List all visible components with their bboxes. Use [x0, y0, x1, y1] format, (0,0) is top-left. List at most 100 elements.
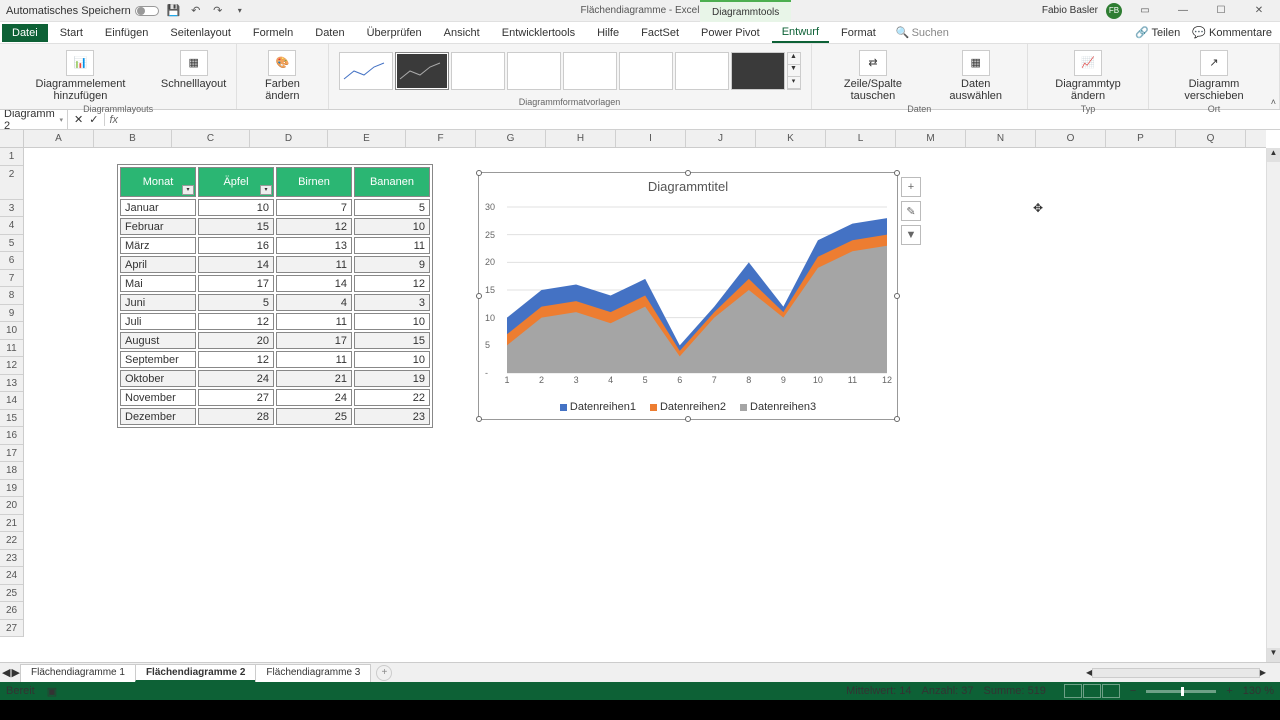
- resize-handle[interactable]: [476, 170, 482, 176]
- search-label[interactable]: Suchen: [912, 27, 949, 39]
- select-data-button[interactable]: ▦Daten auswählen: [930, 48, 1021, 104]
- resize-handle[interactable]: [894, 293, 900, 299]
- style-thumb-2[interactable]: [395, 52, 449, 90]
- fx-icon[interactable]: fx: [105, 114, 122, 126]
- sheet-nav-next-icon[interactable]: ▶: [11, 666, 19, 679]
- tab-entwurf[interactable]: Entwurf: [772, 23, 829, 43]
- chart-title[interactable]: Diagrammtitel: [479, 173, 897, 200]
- cell[interactable]: 14: [276, 275, 352, 292]
- cell[interactable]: 15: [354, 332, 430, 349]
- page-break-view-button[interactable]: [1102, 684, 1120, 698]
- row-header[interactable]: 7: [0, 270, 23, 288]
- col-header[interactable]: O: [1036, 130, 1106, 147]
- cell[interactable]: 10: [354, 351, 430, 368]
- style-thumb-3[interactable]: [451, 52, 505, 90]
- row-header[interactable]: 20: [0, 497, 23, 515]
- switch-row-col-button[interactable]: ⇄Zeile/Spalte tauschen: [818, 48, 929, 104]
- row-header[interactable]: 23: [0, 550, 23, 568]
- row-header[interactable]: 18: [0, 462, 23, 480]
- cell[interactable]: Juni: [120, 294, 196, 311]
- resize-handle[interactable]: [685, 416, 691, 422]
- sheet-tab[interactable]: Flächendiagramme 3: [255, 664, 371, 682]
- zoom-slider[interactable]: [1146, 690, 1216, 693]
- zoom-level[interactable]: 130 %: [1243, 685, 1274, 697]
- avatar[interactable]: FB: [1106, 3, 1122, 19]
- qat-more-icon[interactable]: ▾: [233, 4, 247, 18]
- share-button[interactable]: 🔗 Teilen: [1135, 26, 1180, 39]
- row-header[interactable]: 26: [0, 602, 23, 620]
- confirm-formula-icon[interactable]: ✓: [89, 113, 98, 126]
- col-header[interactable]: B: [94, 130, 172, 147]
- tab-einfügen[interactable]: Einfügen: [95, 24, 158, 42]
- cell[interactable]: September: [120, 351, 196, 368]
- cell[interactable]: 16: [198, 237, 274, 254]
- row-header[interactable]: 15: [0, 410, 23, 428]
- col-header[interactable]: E: [328, 130, 406, 147]
- row-header[interactable]: 21: [0, 515, 23, 533]
- tab-power pivot[interactable]: Power Pivot: [691, 24, 770, 42]
- minimize-icon[interactable]: —: [1168, 5, 1198, 16]
- cell[interactable]: 22: [354, 389, 430, 406]
- resize-handle[interactable]: [476, 293, 482, 299]
- tab-daten[interactable]: Daten: [305, 24, 354, 42]
- row-header[interactable]: 19: [0, 480, 23, 498]
- cell[interactable]: 10: [354, 218, 430, 235]
- style-thumb-4[interactable]: [507, 52, 561, 90]
- cell[interactable]: Dezember: [120, 408, 196, 425]
- row-header[interactable]: 9: [0, 305, 23, 323]
- style-thumb-8[interactable]: [731, 52, 785, 90]
- cell[interactable]: August: [120, 332, 196, 349]
- cell[interactable]: 10: [198, 199, 274, 216]
- style-thumb-6[interactable]: [619, 52, 673, 90]
- filter-dropdown-icon[interactable]: ▾: [260, 185, 272, 195]
- cell[interactable]: 27: [198, 389, 274, 406]
- cell[interactable]: 24: [276, 389, 352, 406]
- save-icon[interactable]: 💾: [167, 4, 181, 18]
- tab-ansicht[interactable]: Ansicht: [434, 24, 490, 42]
- change-colors-button[interactable]: 🎨Farben ändern: [243, 48, 321, 104]
- cell[interactable]: 20: [198, 332, 274, 349]
- chart-legend[interactable]: Datenreihen1Datenreihen2Datenreihen3: [479, 401, 897, 413]
- resize-handle[interactable]: [894, 170, 900, 176]
- row-header[interactable]: 13: [0, 375, 23, 393]
- redo-icon[interactable]: ↷: [211, 4, 225, 18]
- col-header[interactable]: H: [546, 130, 616, 147]
- sheet-tab[interactable]: Flächendiagramme 1: [20, 664, 136, 682]
- style-thumb-5[interactable]: [563, 52, 617, 90]
- col-header[interactable]: G: [476, 130, 546, 147]
- chart-styles-gallery[interactable]: ▲▼▾: [335, 48, 805, 94]
- cell[interactable]: Januar: [120, 199, 196, 216]
- cell[interactable]: 12: [276, 218, 352, 235]
- worksheet-grid[interactable]: ABCDEFGHIJKLMNOPQ 1234567891011121314151…: [0, 130, 1280, 662]
- row-header[interactable]: 11: [0, 340, 23, 358]
- cell[interactable]: 23: [354, 408, 430, 425]
- row-header[interactable]: 14: [0, 392, 23, 410]
- row-header[interactable]: 3: [0, 200, 23, 218]
- row-header[interactable]: 17: [0, 445, 23, 463]
- row-header[interactable]: 2: [0, 166, 23, 200]
- cell[interactable]: 13: [276, 237, 352, 254]
- row-header[interactable]: 24: [0, 567, 23, 585]
- cell[interactable]: 10: [354, 313, 430, 330]
- autosave-toggle[interactable]: Automatisches Speichern: [0, 5, 159, 17]
- col-header[interactable]: D: [250, 130, 328, 147]
- horizontal-scrollbar[interactable]: ◀▶: [1086, 666, 1266, 680]
- cell[interactable]: 11: [276, 313, 352, 330]
- cell[interactable]: 12: [198, 313, 274, 330]
- tab-start[interactable]: Start: [50, 24, 93, 42]
- cell[interactable]: März: [120, 237, 196, 254]
- zoom-out-button[interactable]: −: [1130, 685, 1136, 697]
- resize-handle[interactable]: [894, 416, 900, 422]
- sheet-nav-prev-icon[interactable]: ◀: [2, 666, 10, 679]
- resize-handle[interactable]: [476, 416, 482, 422]
- col-header[interactable]: M: [896, 130, 966, 147]
- tab-überprüfen[interactable]: Überprüfen: [357, 24, 432, 42]
- col-header[interactable]: A: [24, 130, 94, 147]
- resize-handle[interactable]: [685, 170, 691, 176]
- add-sheet-button[interactable]: +: [376, 665, 392, 681]
- row-header[interactable]: 27: [0, 620, 23, 638]
- comments-button[interactable]: 💬 Kommentare: [1192, 26, 1272, 39]
- cell[interactable]: 5: [198, 294, 274, 311]
- col-header[interactable]: F: [406, 130, 476, 147]
- cell[interactable]: 3: [354, 294, 430, 311]
